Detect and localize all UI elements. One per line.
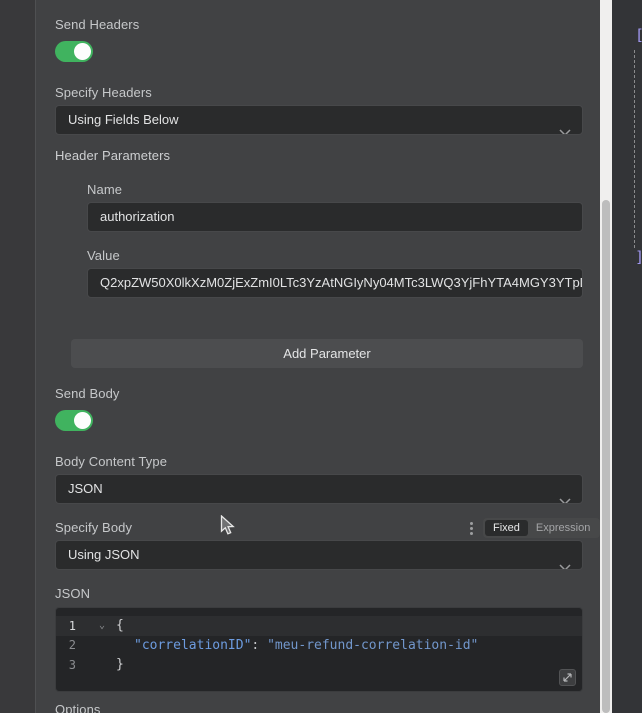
mouse-cursor	[220, 515, 236, 537]
send-headers-label: Send Headers	[55, 17, 139, 32]
param-name-value: authorization	[100, 209, 174, 224]
code-text: "correlationID": "meu-refund-correlation…	[134, 638, 478, 653]
json-string-value: "meu-refund-correlation-id"	[267, 638, 478, 653]
send-body-label: Send Body	[55, 386, 120, 401]
json-separator: :	[251, 638, 267, 653]
specify-headers-select[interactable]: Using Fields Below	[55, 105, 583, 135]
specify-headers-selected-value: Using Fields Below	[68, 112, 179, 127]
chevron-down-icon	[559, 553, 571, 570]
code-line[interactable]: 3 }	[56, 655, 582, 675]
specify-headers-label: Specify Headers	[55, 85, 152, 100]
send-body-toggle[interactable]	[55, 410, 93, 431]
expand-editor-button[interactable]	[559, 669, 576, 686]
param-name-label: Name	[87, 182, 122, 197]
json-key: "correlationID"	[134, 638, 251, 653]
output-open-bracket[interactable]: [	[635, 26, 642, 44]
node-settings-panel: Send Headers Specify Headers Using Field…	[0, 0, 642, 713]
send-headers-toggle[interactable]	[55, 41, 93, 62]
mode-expression-button[interactable]: Expression	[528, 520, 598, 536]
expand-arrow-icon	[563, 673, 572, 682]
body-content-type-select[interactable]: JSON	[55, 474, 583, 504]
code-line[interactable]: 1 ⌄ {	[56, 616, 582, 636]
line-number: 2	[62, 638, 76, 652]
fixed-expression-switch: Fixed Expression	[483, 518, 600, 538]
code-text: {	[116, 618, 124, 633]
header-parameters-label: Header Parameters	[55, 148, 170, 163]
param-value-label: Value	[87, 248, 120, 263]
body-content-type-selected-value: JSON	[68, 481, 103, 496]
line-number: 1	[62, 619, 76, 633]
specify-body-selected-value: Using JSON	[68, 547, 140, 562]
parameter-options-menu-icon[interactable]	[468, 520, 475, 537]
mode-fixed-button[interactable]: Fixed	[485, 520, 528, 536]
panel-left-gutter	[0, 0, 36, 713]
specify-body-label: Specify Body	[55, 520, 132, 535]
code-line[interactable]: 2 "correlationID": "meu-refund-correlati…	[56, 636, 582, 656]
toggle-knob	[74, 412, 91, 429]
fold-guide-line	[634, 50, 635, 248]
line-number: 3	[62, 658, 76, 672]
json-code-editor[interactable]: 1 ⌄ { 2 "correlationID": "meu-refund-cor…	[55, 607, 583, 692]
output-close-bracket[interactable]: ]	[635, 248, 642, 266]
param-name-input[interactable]: authorization	[87, 202, 583, 232]
body-content-type-label: Body Content Type	[55, 454, 167, 469]
chevron-down-icon	[559, 487, 571, 504]
json-editor-label: JSON	[55, 586, 90, 601]
scrollbar-thumb[interactable]	[602, 200, 610, 713]
fold-chevron-icon[interactable]: ⌄	[96, 621, 108, 631]
param-value-value: Q2xpZW50X0lkXzM0ZjExZmI0LTc3YzAtNGIyNy04…	[100, 275, 583, 290]
toggle-knob	[74, 43, 91, 60]
output-json-panel	[612, 0, 642, 713]
code-text: }	[116, 657, 124, 672]
add-parameter-button[interactable]: Add Parameter	[71, 339, 583, 368]
param-value-input[interactable]: Q2xpZW50X0lkXzM0ZjExZmI0LTc3YzAtNGIyNy04…	[87, 268, 583, 298]
specify-body-select[interactable]: Using JSON	[55, 540, 583, 570]
chevron-down-icon	[559, 118, 571, 135]
options-section-label: Options	[55, 702, 101, 713]
